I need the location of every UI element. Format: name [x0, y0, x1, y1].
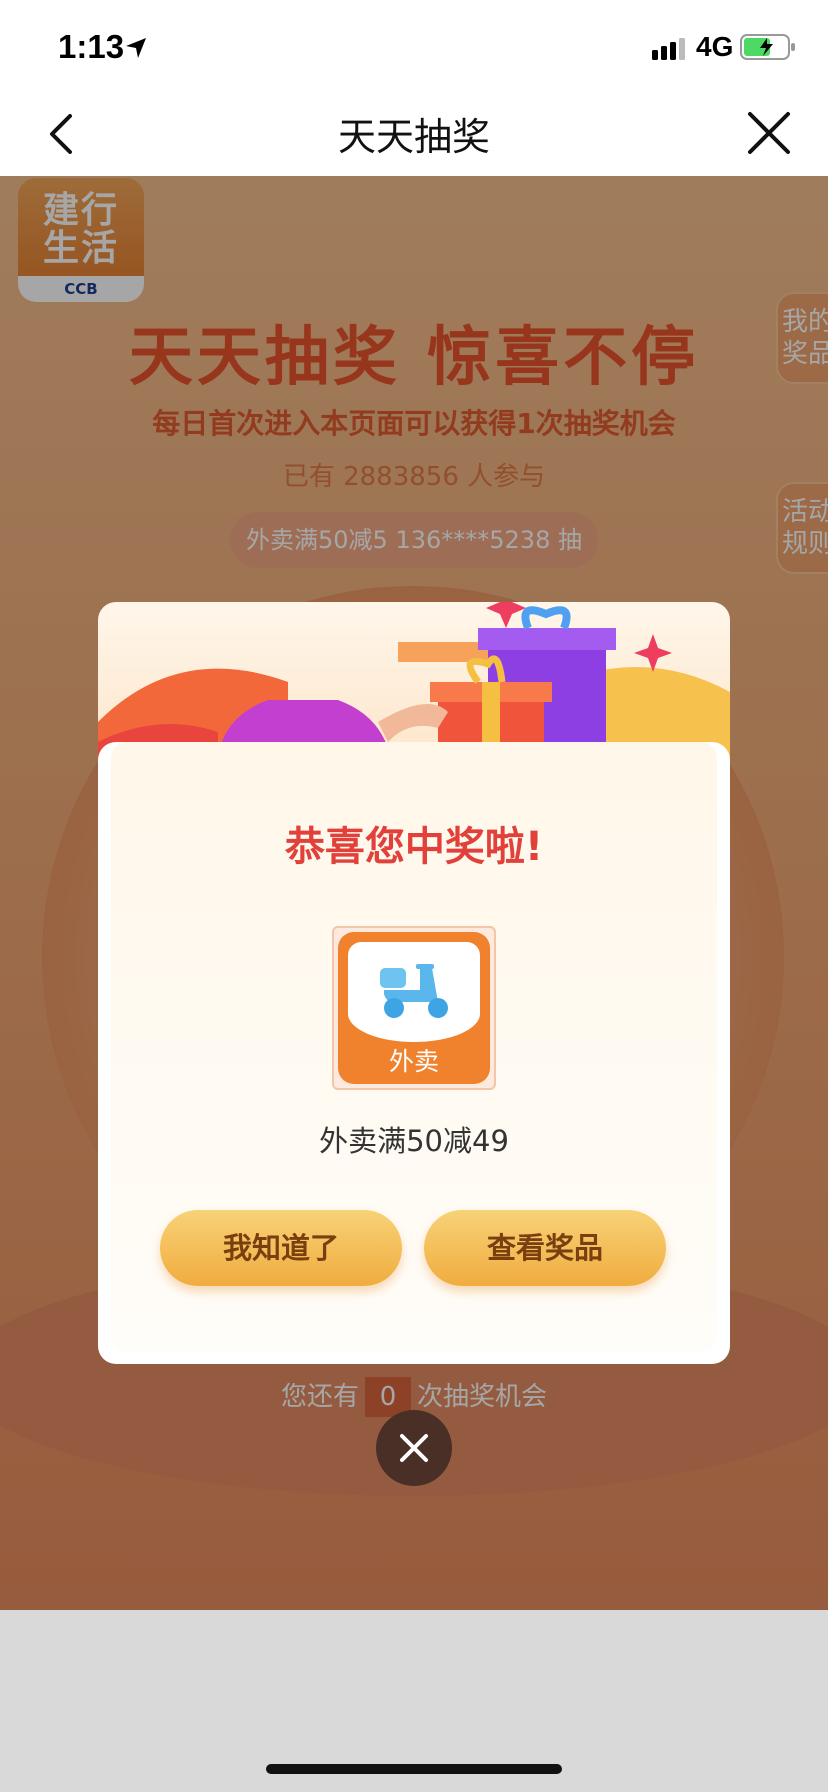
prize-name: 外卖满50减49	[319, 1124, 509, 1158]
congrats-title: 恭喜您中奖啦!	[284, 824, 544, 870]
status-time: 1:13	[58, 28, 125, 65]
location-arrow-icon	[126, 38, 146, 58]
prize-label: 外卖	[388, 1047, 439, 1076]
view-prize-button[interactable]: 查看奖品	[424, 1210, 666, 1286]
status-bar: 1:13 4G	[0, 0, 828, 92]
prize-card: 外卖	[338, 932, 490, 1084]
signal-icon	[652, 38, 685, 60]
modal-close-button[interactable]	[376, 1410, 452, 1486]
network-label: 4G	[696, 31, 734, 62]
scooter-icon	[380, 964, 448, 1018]
close-icon	[400, 1434, 428, 1462]
win-modal: 恭喜您中奖啦! 外卖 外卖满50减49 我知道了 查看奖品	[98, 602, 730, 1364]
page-title: 天天抽奖	[337, 115, 490, 159]
prize-icon: 外卖	[332, 926, 496, 1090]
got-it-button[interactable]: 我知道了	[160, 1210, 402, 1286]
battery-icon	[740, 34, 795, 60]
close-icon[interactable]	[744, 108, 794, 158]
nav-bar: 天天抽奖	[0, 92, 828, 176]
home-indicator	[266, 1764, 562, 1774]
